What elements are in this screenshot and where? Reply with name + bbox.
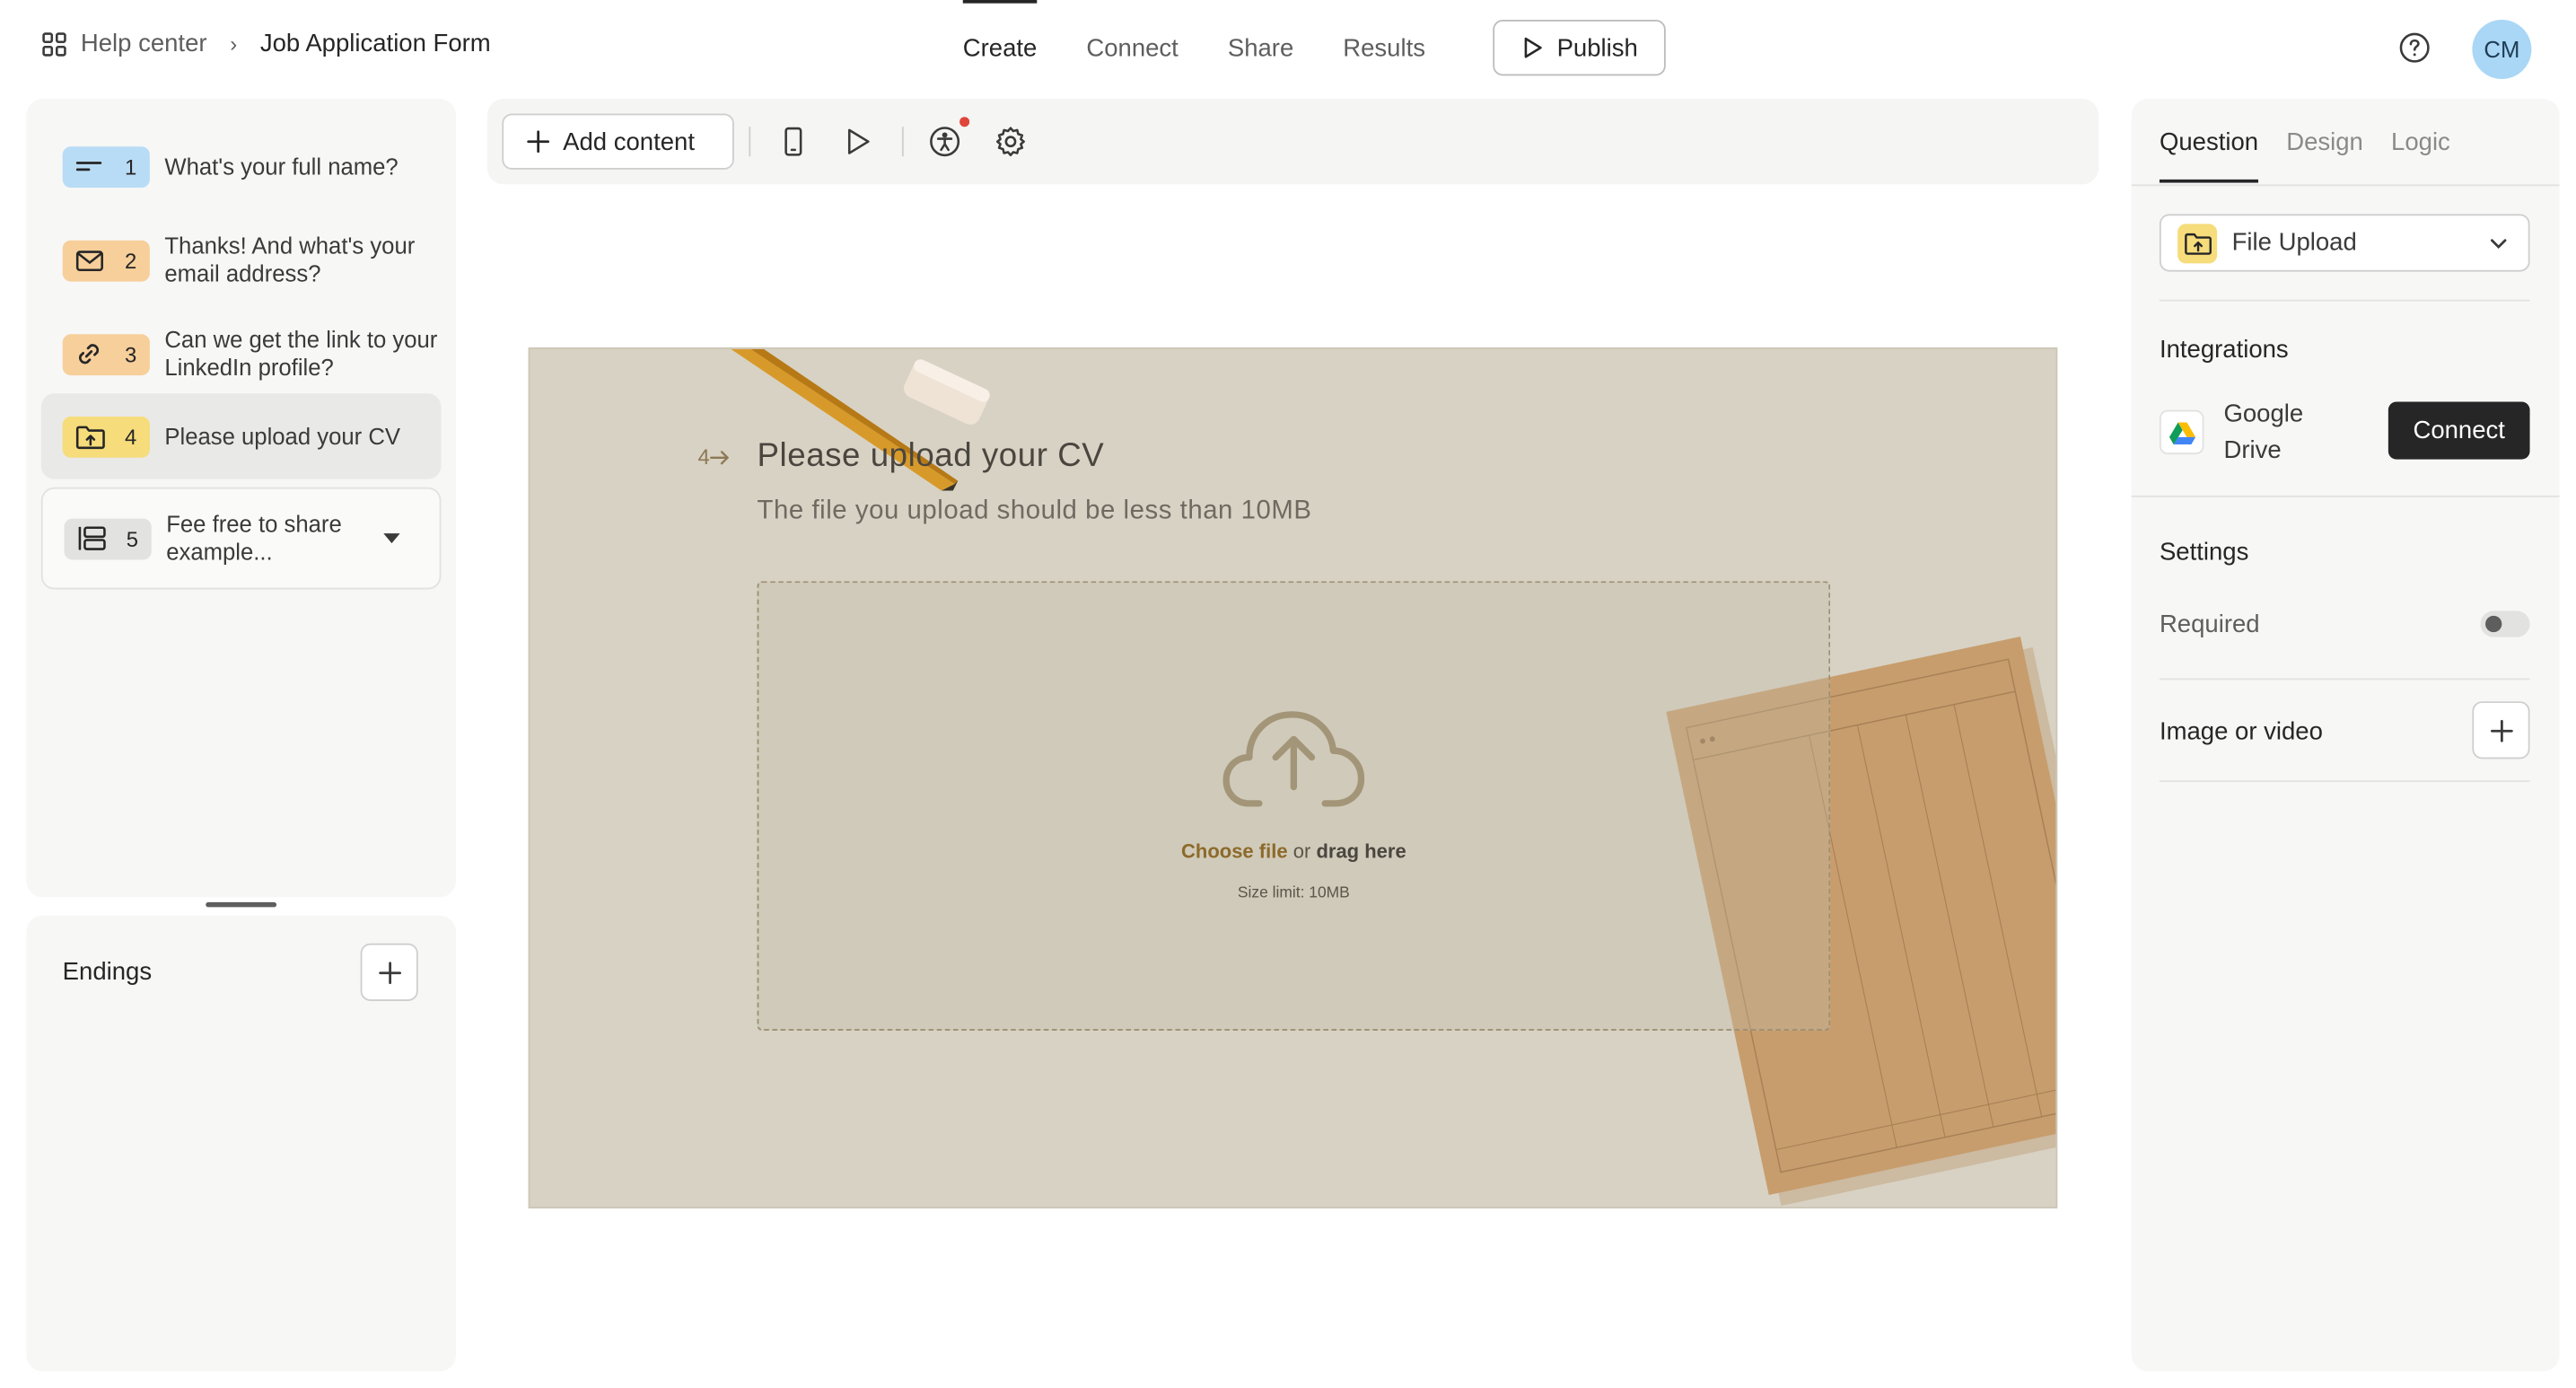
question-description[interactable]: The file you upload should be less than … <box>758 497 1312 527</box>
canvas-question-number: 4 <box>697 444 710 470</box>
tab-connect[interactable]: Connect <box>1086 0 1178 95</box>
tab-share[interactable]: Share <box>1228 0 1293 95</box>
question-list-panel: 1 What's your full name? 2 Thanks! And w… <box>26 99 456 898</box>
mail-icon <box>75 250 103 271</box>
question-number: 1 <box>124 154 137 179</box>
question-item-4[interactable]: 4 Please upload your CV <box>40 393 442 479</box>
question-item-2[interactable]: 2 Thanks! And what's your email address? <box>41 217 442 303</box>
question-number-indicator: 4 <box>698 444 732 470</box>
cloud-upload-icon <box>1222 711 1365 807</box>
question-number: 4 <box>124 424 137 449</box>
settings-title: Settings <box>2159 538 2249 567</box>
tabs-divider <box>2131 184 2560 187</box>
image-video-title: Image or video <box>2159 717 2323 746</box>
play-icon <box>1524 37 1542 58</box>
question-type-badge <box>2177 223 2218 263</box>
integrations-title: Integrations <box>2159 336 2289 365</box>
question-type-badge: 3 <box>62 333 150 375</box>
toolbar-divider <box>901 127 904 157</box>
notification-dot <box>959 117 970 127</box>
avatar[interactable]: CM <box>2472 20 2532 80</box>
question-number: 5 <box>126 525 139 551</box>
question-label: Thanks! And what's your email address? <box>164 232 416 287</box>
arrow-right-icon <box>710 450 730 464</box>
add-ending-button[interactable] <box>360 943 418 1001</box>
integration-name: Google Drive <box>2223 400 2304 465</box>
toolbar-divider <box>749 127 751 157</box>
required-label: Required <box>2159 611 2260 639</box>
multiple-choice-icon <box>78 526 106 550</box>
section-divider <box>2131 495 2560 497</box>
tab-logic[interactable]: Logic <box>2391 99 2450 184</box>
question-title[interactable]: Please upload your CV <box>758 438 1105 476</box>
gear-icon[interactable] <box>994 125 1028 158</box>
add-content-button[interactable]: Add content <box>502 113 734 170</box>
choose-file-link[interactable]: Choose file <box>1181 839 1288 863</box>
help-icon[interactable] <box>2398 31 2431 65</box>
file-dropzone[interactable]: Choose file or drag here Size limit: 10M… <box>757 581 1831 1031</box>
question-item-5[interactable]: 5 Fee free to share example... <box>40 487 442 590</box>
settings-tabs: Question Design Logic <box>2159 99 2478 184</box>
required-toggle[interactable] <box>2480 611 2530 637</box>
link-icon <box>78 344 100 365</box>
section-divider <box>2159 299 2530 302</box>
folder-upload-icon <box>75 425 105 449</box>
publish-button[interactable]: Publish <box>1493 20 1666 76</box>
main-tabs: Create Connect Share Results <box>962 0 1475 95</box>
size-limit-text: Size limit: 10MB <box>1237 883 1350 902</box>
dropzone-instructions: Choose file or drag here <box>758 839 1828 863</box>
question-number: 2 <box>124 247 137 273</box>
plus-icon <box>2490 718 2512 742</box>
endings-panel: Endings <box>26 915 456 1372</box>
question-label: What's your full name? <box>164 152 399 179</box>
question-type-badge: 5 <box>64 517 152 559</box>
accessibility-icon[interactable] <box>928 125 961 158</box>
or-text: or <box>1292 839 1311 863</box>
add-content-label: Add content <box>563 127 695 156</box>
mobile-preview-icon[interactable] <box>777 125 810 158</box>
short-text-icon <box>75 162 102 171</box>
plus-icon <box>527 130 550 154</box>
tab-design[interactable]: Design <box>2286 99 2363 184</box>
publish-label: Publish <box>1556 33 1638 62</box>
google-drive-icon <box>2169 421 2195 444</box>
tab-create[interactable]: Create <box>962 0 1038 95</box>
add-image-video-button[interactable] <box>2472 701 2530 760</box>
question-item-3[interactable]: 3 Can we get the link to your LinkedIn p… <box>41 312 442 397</box>
caret-down-icon[interactable] <box>383 533 400 544</box>
tab-results[interactable]: Results <box>1343 0 1425 95</box>
editor-toolbar: Add content <box>486 99 2099 185</box>
question-type-badge: 1 <box>62 145 150 188</box>
folder-upload-icon <box>2184 233 2212 254</box>
question-number: 3 <box>124 341 137 367</box>
plus-icon <box>378 961 401 984</box>
question-preview-canvas[interactable]: 4 Please upload your CV The file you upl… <box>528 347 2058 1209</box>
eraser-illustration <box>904 359 990 425</box>
breadcrumb-form-title[interactable]: Job Application Form <box>260 30 491 57</box>
question-item-1[interactable]: 1 What's your full name? <box>41 124 442 209</box>
breadcrumb-help-center[interactable]: Help center <box>81 30 207 57</box>
section-divider <box>2159 780 2530 783</box>
connect-google-drive-button[interactable]: Connect <box>2388 401 2530 460</box>
question-label: Fee free to share example... <box>166 510 342 565</box>
question-type-select[interactable]: File Upload <box>2159 214 2530 272</box>
question-label: Can we get the link to your LinkedIn pro… <box>164 326 438 381</box>
question-type-badge: 4 <box>62 416 150 457</box>
preview-play-icon[interactable] <box>841 125 874 158</box>
settings-panel: Question Design Logic File Upload Integr… <box>2131 99 2560 1372</box>
question-type-badge: 2 <box>62 239 150 281</box>
chevron-right-icon: › <box>230 31 238 57</box>
chevron-down-icon <box>2490 239 2507 250</box>
endings-title: Endings <box>62 958 153 987</box>
section-divider <box>2159 678 2530 681</box>
apps-grid-icon[interactable] <box>41 31 67 57</box>
question-label: Please upload your CV <box>164 422 400 449</box>
panel-resize-handle[interactable] <box>206 901 277 908</box>
tab-question[interactable]: Question <box>2159 99 2259 184</box>
google-drive-logo <box>2159 409 2204 455</box>
top-bar: Help center › Job Application Form Creat… <box>0 0 2576 95</box>
question-type-value: File Upload <box>2231 228 2357 258</box>
drag-here-text: drag here <box>1316 839 1406 863</box>
breadcrumb: Help center › Job Application Form <box>41 30 491 57</box>
